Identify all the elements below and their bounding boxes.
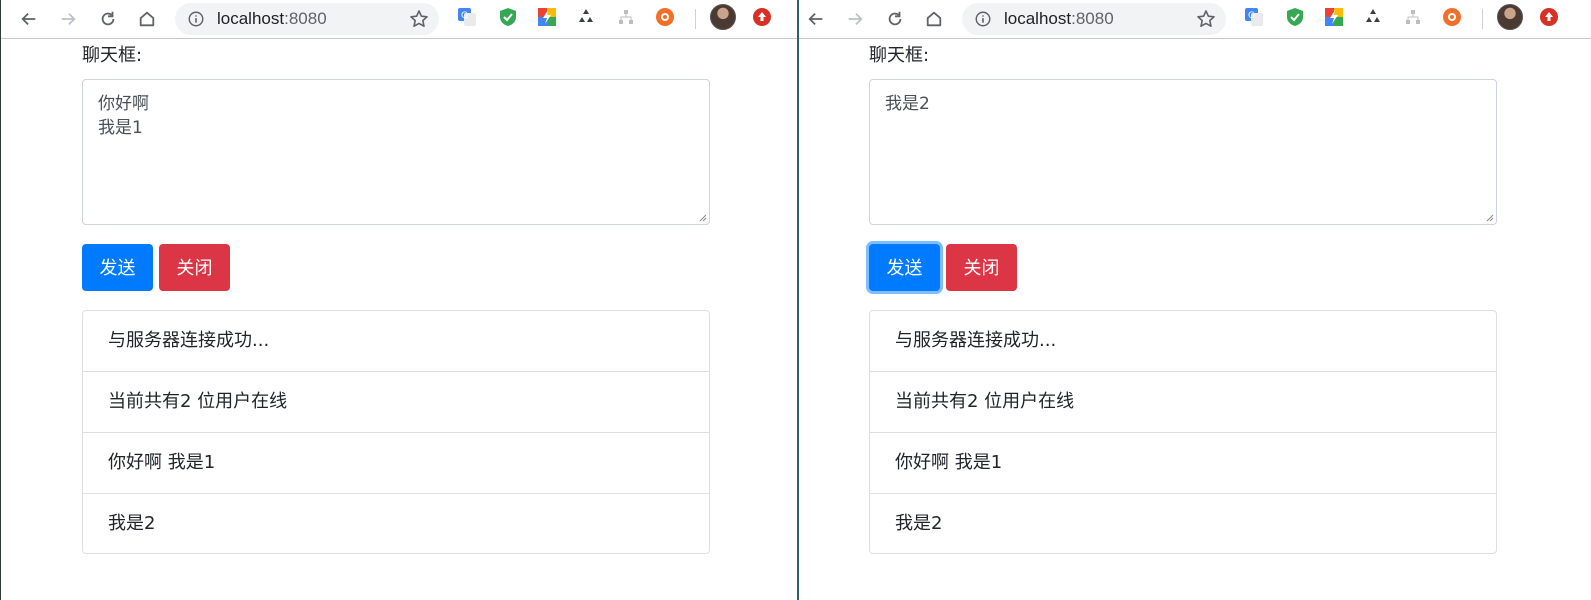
close-button[interactable]: 关闭	[159, 244, 230, 291]
send-button[interactable]: 发送	[82, 244, 153, 291]
profile-avatar[interactable]	[710, 4, 736, 30]
message-list: 与服务器连接成功... 当前共有2 位用户在线 你好啊 我是1 我是2	[82, 310, 710, 554]
resize-grip-icon[interactable]	[697, 212, 707, 222]
chat-label: 聊天框:	[869, 45, 930, 66]
bookmark-star-icon[interactable]	[1196, 9, 1216, 29]
browser-toolbar: localhost:8080 G	[799, 0, 1591, 39]
page-content: 聊天框: 你好啊 我是1 发送 关闭 与服务器连接成功... 当前共有2 位用户…	[1, 40, 797, 600]
chat-label: 聊天框:	[82, 45, 143, 66]
back-icon[interactable]	[16, 6, 42, 32]
list-item: 当前共有2 位用户在线	[83, 372, 709, 433]
list-item: 我是2	[895, 513, 943, 534]
info-icon[interactable]	[974, 10, 992, 28]
update-icon[interactable]	[751, 6, 773, 28]
list-item: 当前共有2 位用户在线	[870, 372, 1496, 433]
svg-text:G: G	[461, 11, 468, 21]
lightning-extension-icon[interactable]	[1323, 6, 1345, 28]
toolbar-separator	[1482, 9, 1483, 29]
forward-icon[interactable]	[55, 6, 81, 32]
list-item: 与服务器连接成功...	[870, 311, 1496, 372]
message-list: 与服务器连接成功... 当前共有2 位用户在线 你好啊 我是1 我是2	[869, 310, 1497, 554]
list-item: 你好啊 我是1	[870, 433, 1496, 494]
reload-icon[interactable]	[882, 6, 908, 32]
recycle-extension-icon[interactable]	[575, 6, 597, 28]
svg-text:G: G	[1248, 11, 1255, 21]
browser-window-left: localhost:8080 G 聊天框: 你好啊 我是1 发送 关闭 与服务器…	[0, 0, 797, 600]
home-icon[interactable]	[921, 6, 947, 32]
shield-extension-icon[interactable]	[1284, 6, 1306, 28]
recycle-extension-icon[interactable]	[1362, 6, 1384, 28]
profile-avatar[interactable]	[1497, 4, 1523, 30]
address-bar[interactable]: localhost:8080	[962, 3, 1226, 35]
sitemap-extension-icon[interactable]	[1402, 6, 1424, 28]
chat-textarea[interactable]: 你好啊 我是1	[82, 79, 710, 225]
list-item: 你好啊 我是1	[83, 433, 709, 494]
list-item: 我是2	[108, 513, 156, 534]
translate-extension-icon[interactable]: G	[456, 6, 478, 28]
shield-extension-icon[interactable]	[497, 6, 519, 28]
close-button[interactable]: 关闭	[946, 244, 1017, 291]
address-bar[interactable]: localhost:8080	[175, 3, 439, 35]
textarea-value: 你好啊 我是1	[98, 94, 149, 138]
browser-toolbar: localhost:8080 G	[1, 0, 797, 39]
send-button[interactable]: 发送	[869, 244, 940, 291]
bookmark-star-icon[interactable]	[409, 9, 429, 29]
back-icon[interactable]	[803, 6, 829, 32]
update-icon[interactable]	[1538, 6, 1560, 28]
toolbar-separator	[695, 9, 696, 29]
lifebuoy-extension-icon[interactable]	[1441, 6, 1463, 28]
chat-textarea[interactable]: 我是2	[869, 79, 1497, 225]
lifebuoy-extension-icon[interactable]	[654, 6, 676, 28]
url-text: localhost:8080	[1004, 9, 1114, 28]
browser-window-right: localhost:8080 G 聊天框: 我是2 发送 关闭 与服务器连接成功…	[799, 0, 1591, 600]
resize-grip-icon[interactable]	[1484, 212, 1494, 222]
list-item: 与服务器连接成功...	[83, 311, 709, 372]
url-text: localhost:8080	[217, 9, 327, 28]
sitemap-extension-icon[interactable]	[615, 6, 637, 28]
textarea-value: 我是2	[885, 94, 930, 114]
translate-extension-icon[interactable]: G	[1243, 6, 1265, 28]
lightning-extension-icon[interactable]	[536, 6, 558, 28]
reload-icon[interactable]	[95, 6, 121, 32]
forward-icon[interactable]	[842, 6, 868, 32]
info-icon[interactable]	[187, 10, 205, 28]
page-content: 聊天框: 我是2 发送 关闭 与服务器连接成功... 当前共有2 位用户在线 你…	[799, 40, 1591, 600]
home-icon[interactable]	[134, 6, 160, 32]
